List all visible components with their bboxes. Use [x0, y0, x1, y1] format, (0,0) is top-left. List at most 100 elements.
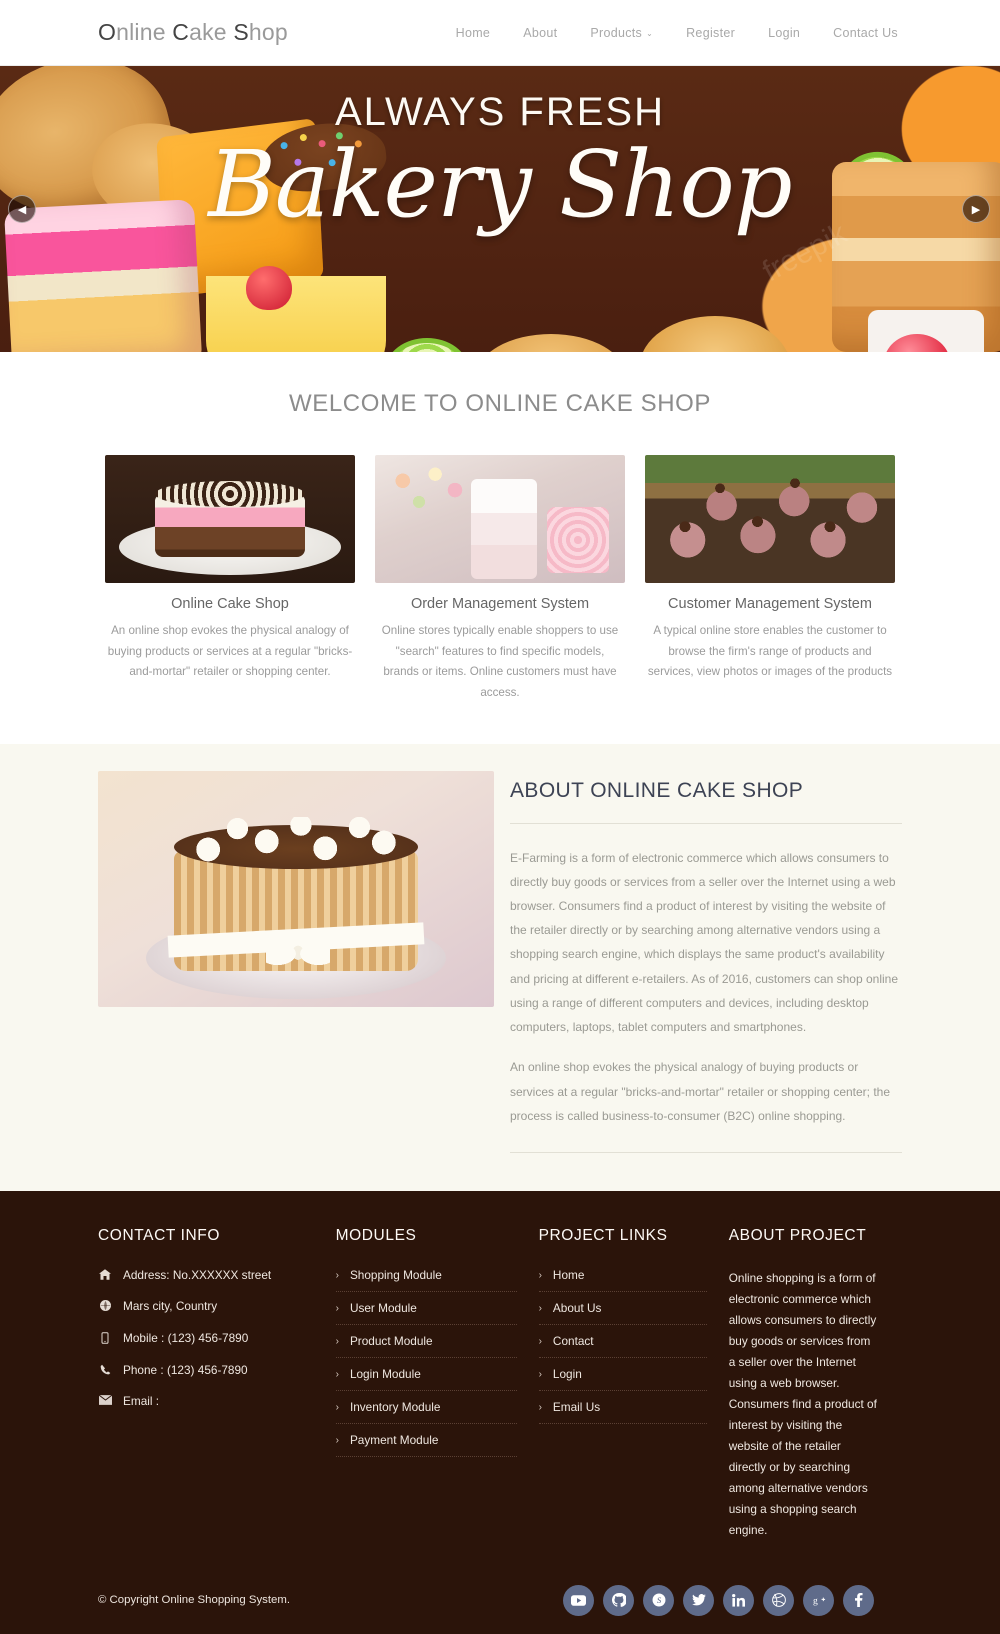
footer-link-payment-module[interactable]: › Payment Module	[335, 1433, 517, 1458]
site-logo-text: Online Cake Shop	[98, 19, 288, 45]
footer-link-shopping-module[interactable]: › Shopping Module	[335, 1268, 517, 1293]
about-paragraph-1: E-Farming is a form of electronic commer…	[510, 850, 899, 1035]
feature-card-text: A typical online store enables the custo…	[647, 624, 893, 679]
chevron-right-icon: ›	[538, 1368, 542, 1380]
nav-label-login: Login	[768, 25, 801, 40]
feature-card-image-cake	[105, 455, 355, 583]
sprinkle-icon	[335, 131, 344, 140]
footer-heading-modules: MODULES	[335, 1227, 417, 1245]
sprinkle-icon	[294, 158, 302, 167]
nav-label-home: Home	[455, 25, 491, 40]
carousel-next-button[interactable]: ▶	[962, 195, 990, 223]
footer-link-inventory-module[interactable]: › Inventory Module	[335, 1400, 517, 1425]
feature-card-image-wedding-cakes	[375, 455, 625, 583]
googleplus-icon[interactable]: g	[803, 1584, 834, 1616]
footer-heading-contact-info: CONTACT INFO	[98, 1227, 221, 1245]
footer-link-label: Payment Module	[349, 1433, 439, 1448]
about-text-block: ABOUT ONLINE CAKE SHOP E-Farming is a fo…	[510, 771, 902, 1154]
nav-item-contact-us[interactable]: Contact Us	[833, 26, 898, 40]
footer-columns: CONTACT INFO Address: No.XXXXXX street M…	[98, 1227, 902, 1541]
nav-label-register: Register	[686, 25, 736, 40]
footer-link-home[interactable]: › Home	[538, 1268, 707, 1293]
chevron-right-icon: ›	[335, 1335, 339, 1347]
main-nav: Home About Products ⌄ Register Login Con…	[456, 26, 904, 40]
footer-link-login-module[interactable]: › Login Module	[335, 1367, 517, 1392]
footer-link-contact[interactable]: › Contact	[538, 1334, 707, 1359]
footer-link-label: Home	[552, 1268, 585, 1283]
footer-link-user-module[interactable]: › User Module	[335, 1301, 517, 1326]
contact-phone-text: Phone : (123) 456-7890	[123, 1363, 248, 1378]
facebook-icon[interactable]	[843, 1584, 874, 1616]
chevron-right-icon: ›	[538, 1335, 542, 1347]
footer-column-modules: MODULES › Shopping Module › User Module …	[335, 1227, 539, 1541]
feature-card-image-cupcakes	[645, 455, 895, 583]
feature-card-text: An online shop evokes the physical analo…	[107, 624, 353, 679]
feature-card: Online Cake Shop An online shop evokes t…	[105, 455, 355, 704]
hero-carousel: ALWAYS FRESH Bakery Shop freepik ◀ ▶	[0, 66, 1000, 352]
footer-link-product-module[interactable]: › Product Module	[335, 1334, 517, 1359]
feature-cards: Online Cake Shop An online shop evokes t…	[0, 455, 1000, 704]
chevron-right-icon: ›	[335, 1302, 339, 1314]
contact-email-text: Email :	[123, 1394, 160, 1409]
twitter-icon[interactable]	[683, 1584, 714, 1616]
arrow-right-icon: ▶	[971, 203, 981, 216]
globe-icon	[98, 1300, 112, 1315]
site-footer: CONTACT INFO Address: No.XXXXXX street M…	[0, 1191, 1000, 1634]
footer-heading-project-links: PROJECT LINKS	[538, 1227, 668, 1245]
youtube-icon[interactable]	[563, 1584, 594, 1616]
footer-link-about-us[interactable]: › About Us	[538, 1301, 707, 1326]
footer-link-label: Login	[552, 1367, 582, 1382]
page-root: Online Cake Shop Home About Products ⌄ R…	[0, 0, 1000, 1634]
nav-item-home[interactable]: Home	[456, 26, 491, 40]
contact-row-mobile: Mobile : (123) 456-7890	[98, 1331, 314, 1347]
nav-item-products[interactable]: Products ⌄	[590, 26, 653, 40]
footer-link-email-us[interactable]: › Email Us	[538, 1400, 707, 1425]
sprinkle-icon	[318, 139, 326, 148]
footer-link-login[interactable]: › Login	[538, 1367, 707, 1392]
feature-card-title: Order Management System	[410, 596, 590, 612]
carousel-prev-button[interactable]: ◀	[8, 195, 36, 223]
footer-heading-about-project: ABOUT PROJECT	[728, 1227, 867, 1245]
pink-cake-illustration	[3, 199, 203, 352]
nav-label-contact-us: Contact Us	[833, 25, 898, 40]
cupcake-topping-shape	[645, 455, 895, 583]
chevron-down-icon: ⌄	[646, 28, 654, 38]
footer-link-label: Login Module	[349, 1367, 421, 1382]
contact-row-address: Address: No.XXXXXX street	[98, 1268, 314, 1283]
chevron-right-icon: ›	[335, 1401, 339, 1413]
contact-address-text: Address: No.XXXXXX street	[123, 1268, 272, 1283]
footer-link-label: Contact	[552, 1334, 594, 1349]
about-divider-bottom	[510, 1152, 902, 1154]
nav-item-register[interactable]: Register	[686, 26, 735, 40]
footer-link-label: Email Us	[552, 1400, 601, 1415]
chevron-right-icon: ›	[538, 1401, 542, 1413]
feature-card-title: Online Cake Shop	[171, 596, 289, 612]
skype-icon[interactable]: S	[643, 1584, 674, 1616]
nav-item-login[interactable]: Login	[768, 26, 800, 40]
cream-rosettes-shape	[174, 816, 418, 875]
feature-card: Order Management System Online stores ty…	[375, 455, 625, 704]
mobile-icon	[98, 1331, 112, 1348]
footer-about-project-text: Online shopping is a form of electronic …	[728, 1271, 877, 1537]
bow-shape	[266, 932, 330, 985]
footer-link-label: Shopping Module	[349, 1268, 442, 1283]
chevron-right-icon: ›	[538, 1302, 542, 1314]
site-logo[interactable]: Online Cake Shop	[98, 19, 288, 46]
github-icon[interactable]	[603, 1584, 634, 1616]
linkedin-icon[interactable]	[723, 1584, 754, 1616]
social-links: S g	[563, 1584, 902, 1616]
contact-row-email: Email :	[98, 1394, 314, 1409]
nav-item-about[interactable]: About	[523, 26, 557, 40]
home-icon	[98, 1269, 112, 1284]
contact-city-text: Mars city, Country	[123, 1299, 218, 1314]
footer-link-label: About Us	[552, 1301, 602, 1316]
footer-bottom-bar: © Copyright Online Shopping System. S g	[98, 1571, 902, 1634]
envelope-icon	[98, 1395, 112, 1409]
footer-column-contact-info: CONTACT INFO Address: No.XXXXXX street M…	[98, 1227, 336, 1541]
about-section: ABOUT ONLINE CAKE SHOP E-Farming is a fo…	[0, 743, 1000, 1192]
footer-link-label: Product Module	[349, 1334, 433, 1349]
feature-card: Customer Management System A typical onl…	[645, 455, 895, 704]
flowers-shape	[383, 461, 473, 527]
sprinkle-icon	[280, 141, 288, 150]
dribbble-icon[interactable]	[763, 1584, 794, 1616]
